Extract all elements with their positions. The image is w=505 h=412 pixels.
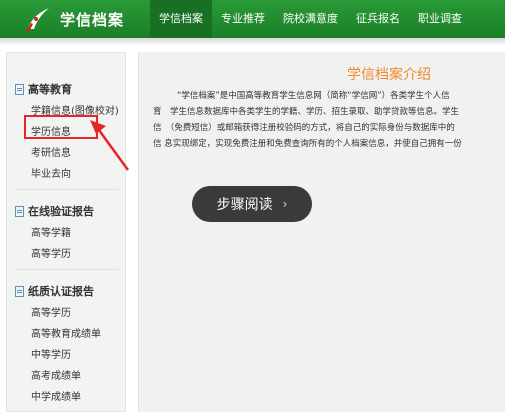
sidebar-item-online-higher-status[interactable]: 高等学籍 bbox=[31, 224, 71, 239]
nav-xuexin-dangan[interactable]: 学信档案 bbox=[150, 0, 212, 38]
intro-line: 信 息实现绑定，实现免费注册和免费查询所有的个人档案信息，并使自己拥有一份 bbox=[153, 139, 462, 149]
sidebar: 高等教育 学籍信息(图像校对) 学历信息 考研信息 毕业去向 在线验证报告 高等… bbox=[6, 52, 126, 412]
sidebar-item-paper-higher-degree[interactable]: 高等学历 bbox=[31, 304, 71, 319]
document-icon bbox=[15, 83, 24, 95]
divider bbox=[15, 189, 119, 190]
nav-conscription[interactable]: 征兵报名 bbox=[347, 0, 409, 38]
nav-career-survey[interactable]: 职业调查 bbox=[409, 0, 471, 38]
intro-line: “学信档案”是中国高等教育学生信息网（简称“学信网”）各类学生个人信 bbox=[177, 91, 450, 101]
arrow-icon bbox=[90, 120, 130, 171]
step-reading-label: 步骤阅读 bbox=[216, 197, 273, 213]
group-paper-report: 纸质认证报告 bbox=[15, 283, 94, 299]
top-header: 学信档案 学信档案 专业推荐 院校满意度 征兵报名 职业调查 bbox=[0, 0, 505, 38]
sidebar-item-paper-middle-school-transcript[interactable]: 中学成绩单 bbox=[31, 388, 81, 403]
group-higher-education: 高等教育 bbox=[15, 81, 72, 97]
group-title-label: 纸质认证报告 bbox=[28, 285, 94, 298]
intro-line: 育 学生信息数据库中各类学生的学籍、学历、招生录取、助学贷款等信息。学生 bbox=[153, 107, 460, 117]
sidebar-item-postgrad-exam[interactable]: 考研信息 bbox=[31, 144, 71, 159]
highlight-box bbox=[24, 115, 98, 139]
header-shadow bbox=[0, 38, 505, 46]
intro-paragraph: “学信档案”是中国高等教育学生信息网（简称“学信网”）各类学生个人信 育 学生信… bbox=[153, 88, 505, 152]
top-nav: 学信档案 专业推荐 院校满意度 征兵报名 职业调查 bbox=[150, 0, 471, 38]
group-title-label: 在线验证报告 bbox=[28, 205, 94, 218]
nav-major-recommend[interactable]: 专业推荐 bbox=[212, 0, 274, 38]
group-online-report: 在线验证报告 bbox=[15, 203, 94, 219]
divider bbox=[15, 269, 119, 270]
brand-title[interactable]: 学信档案 bbox=[60, 9, 124, 30]
sidebar-item-paper-secondary-degree[interactable]: 中等学历 bbox=[31, 346, 71, 361]
logo-icon[interactable] bbox=[22, 5, 52, 33]
sidebar-item-online-higher-degree[interactable]: 高等学历 bbox=[31, 245, 71, 260]
chevron-right-icon: › bbox=[282, 197, 288, 211]
page-title: 学信档案介绍 bbox=[347, 67, 431, 83]
sidebar-item-paper-transcript[interactable]: 高等教育成绩单 bbox=[31, 325, 101, 340]
intro-line: 信 （免费短信）或邮箱获得注册校验码的方式，将自己的实际身份与数据库中的 bbox=[153, 123, 455, 133]
sidebar-item-paper-gaokao-scores[interactable]: 高考成绩单 bbox=[31, 367, 81, 382]
document-icon bbox=[15, 205, 24, 217]
sidebar-item-graduation-destination[interactable]: 毕业去向 bbox=[31, 165, 71, 180]
nav-school-satisfaction[interactable]: 院校满意度 bbox=[274, 0, 347, 38]
group-title-label: 高等教育 bbox=[28, 83, 72, 96]
main-content: 学信档案介绍 “学信档案”是中国高等教育学生信息网（简称“学信网”）各类学生个人… bbox=[138, 52, 505, 412]
document-icon bbox=[15, 285, 24, 297]
step-reading-button[interactable]: 步骤阅读 › bbox=[192, 186, 312, 222]
